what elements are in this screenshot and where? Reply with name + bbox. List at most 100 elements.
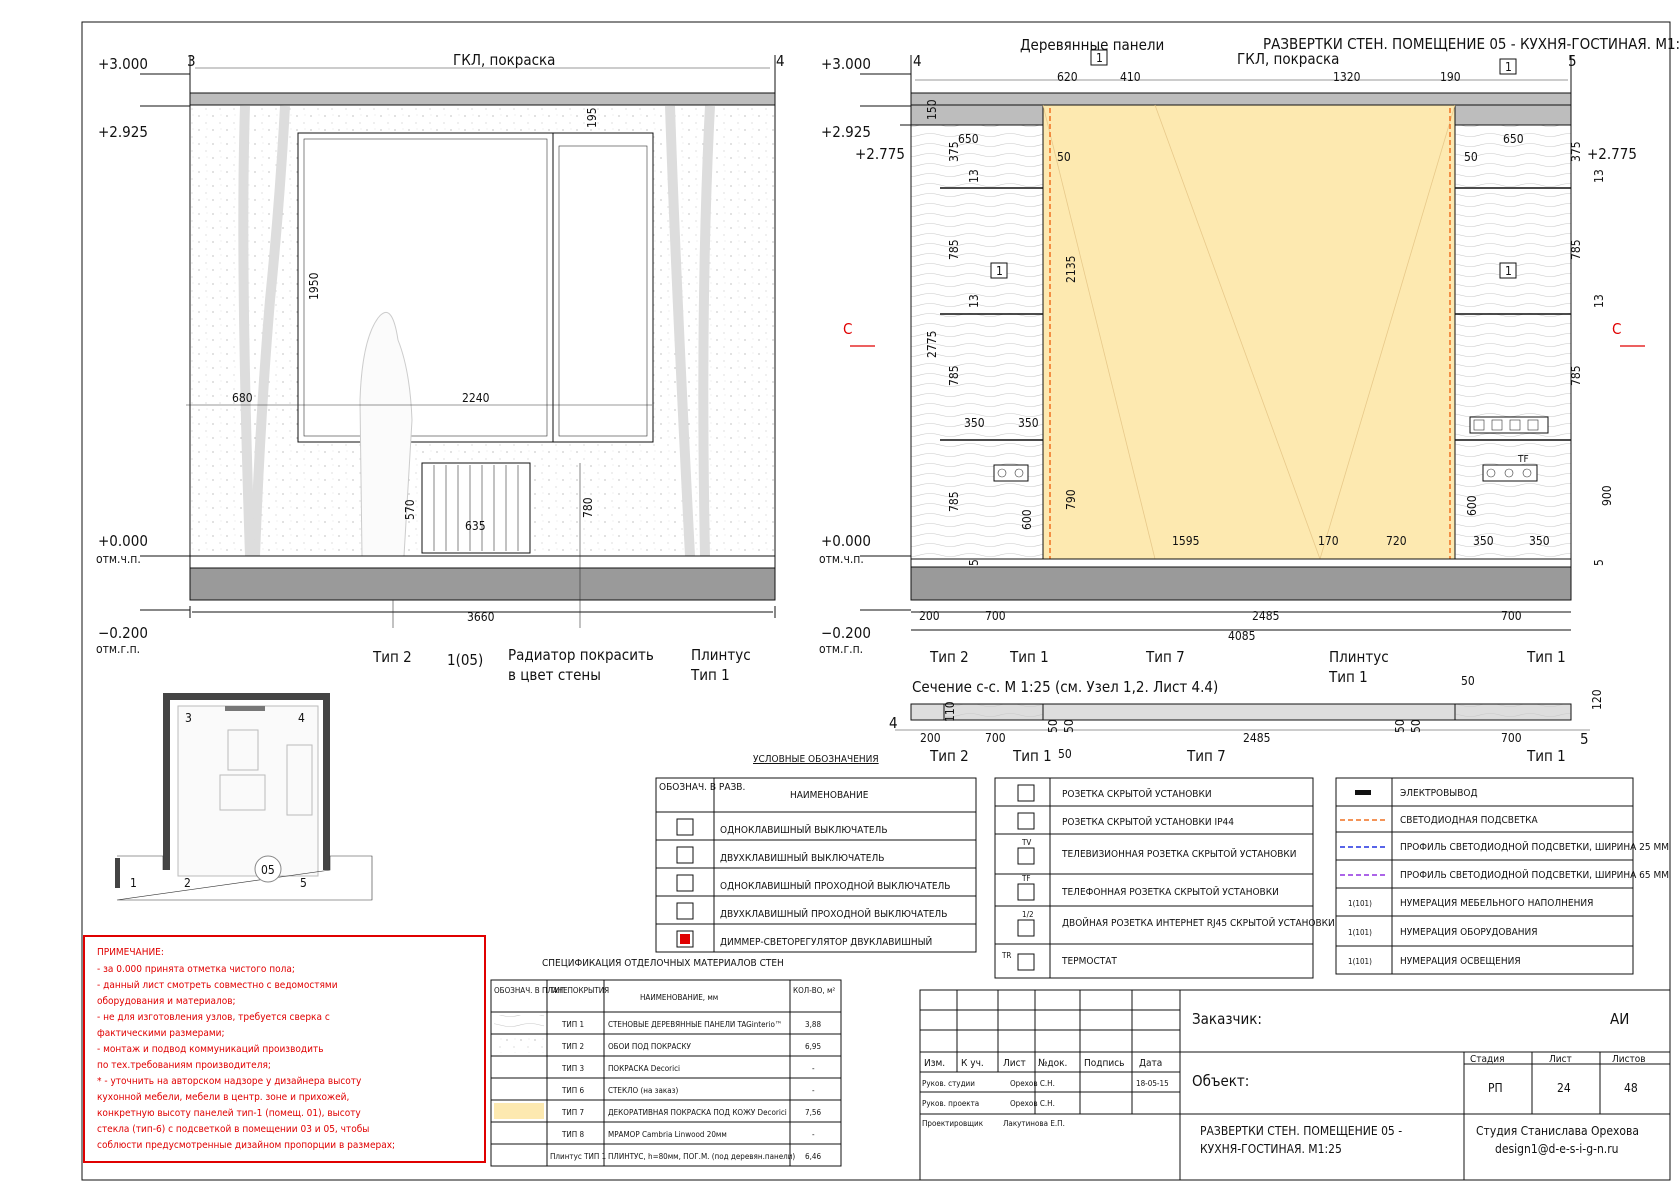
dim-150: 150 [925,99,939,120]
section-cc [895,703,1590,731]
tf-tag: TF [1517,454,1529,465]
plan-axis-3: 3 [185,711,192,725]
note-line-11: соблюсти предусмотренные дизайном пропор… [97,1139,395,1151]
stamp-col-5: Дата [1139,1058,1162,1069]
section-axis-5: 5 [1580,730,1589,748]
section-dim-110: 110 [943,701,957,722]
note-line-8: кухонной мебели, мебели в центр. зоне и … [97,1091,349,1103]
section-dim-50d: 50 [1409,719,1423,733]
dim-900: 900 [1600,485,1614,506]
level-2925: +2.925 [98,123,148,141]
section-dim-700b: 700 [1501,731,1522,745]
level-m200-r: −0.200 [821,624,871,642]
spec-type-4: ТИП 7 [561,1108,584,1117]
ceiling-note-left: ГКЛ, покраска [453,51,555,69]
section-dim-50b: 50 [1062,719,1076,733]
leather-paint-area [1042,104,1456,560]
dim-790: 790 [1064,489,1078,510]
stamp-date-0: 18-05-15 [1136,1079,1169,1088]
plan-room: 05 [261,863,275,877]
section-dim-50c: 50 [1393,719,1407,733]
dim-680: 680 [232,391,253,405]
level-3000: +3.000 [98,55,148,73]
note-line-9: конкретную высоту панелей тип-1 (помещ. … [97,1108,361,1119]
dim-620: 620 [1057,70,1078,84]
floor-slab [189,567,776,601]
spec-qty-5: - [812,1130,815,1139]
dim-2485: 2485 [1252,609,1279,623]
dim-350a: 350 [964,416,985,430]
spec-qty-0: 3,88 [805,1020,821,1029]
legend2-row-1: РОЗЕТКА СКРЫТОЙ УСТАНОВКИ IP44 [1062,815,1234,828]
dim-2240: 2240 [462,391,490,405]
dim-375b: 375 [1569,141,1583,162]
axis-4-right: 4 [913,52,922,70]
stamp-name-1: Орехов С.Н. [1010,1099,1055,1108]
stamp-name-0: Орехов С.Н. [1010,1079,1055,1088]
spec-qty-1: 6,95 [805,1042,821,1051]
section-callout-t2: Тип 2 [929,747,969,765]
dim-13d: 13 [1592,294,1606,308]
plan-axis-5: 5 [300,876,307,890]
legend1-row-1: ДВУХКЛАВИШНЫЙ ВЫКЛЮЧАТЕЛЬ [720,851,884,864]
sheet-value: 24 [1557,1081,1571,1095]
spec-qty-6: 6,46 [805,1152,821,1161]
legend3-row-3: ПРОФИЛЬ СВЕТОДИОДНОЙ ПОДСВЕТКИ, ШИРИНА 6… [1400,868,1669,881]
level-0-r: +0.000 [821,532,871,550]
level-m200: −0.200 [98,624,148,642]
note-line-5: - монтаж и подвод коммуникаций производи… [97,1044,324,1055]
plinth-note: Плинтус [691,646,751,664]
dim-410: 410 [1120,70,1141,84]
stamp-role-0: Руков. студии [922,1079,975,1088]
dim-200: 200 [919,609,940,623]
note-line-1: - данный лист смотреть совместно с ведом… [97,980,338,991]
dim-5b: 5 [1592,559,1606,566]
level-m200-sub-r: отм.г.п. [819,642,863,656]
spec-title: СПЕЦИФИКАЦИЯ ОТДЕЛОЧНЫХ МАТЕРИАЛОВ СТЕН [542,958,784,969]
section-dim-50top: 50 [1461,674,1475,688]
legend3-row-2: ПРОФИЛЬ СВЕТОДИОДНОЙ ПОДСВЕТКИ, ШИРИНА 2… [1400,840,1669,853]
legend2-row-3: ТЕЛЕФОННАЯ РОЗЕТКА СКРЫТОЙ УСТАНОВКИ [1061,885,1279,898]
spec-name-6: ПЛИНТУС, h=80мм, ПОГ.М. (под деревян.пан… [608,1152,795,1161]
dim-190: 190 [1440,70,1461,84]
dim-50a: 50 [1057,150,1071,164]
spec-name-2: ПОКРАСКА Decorici [608,1064,680,1073]
legend1-row-4: ДИММЕР-СВЕТОРЕГУЛЯТОР ДВУКЛАВИШНЫЙ [720,935,932,948]
legend2-row-4: ДВОЙНАЯ РОЗЕТКА ИНТЕРНЕТ RJ45 СКРЫТОЙ УС… [1062,916,1335,929]
callout-t1-right-a: Тип 1 [1009,648,1049,666]
section-callout-t1b: Тип 1 [1526,747,1566,765]
legend3-row-0: ЭЛЕКТРОВЫВОД [1400,788,1478,799]
legend3-badge-b: 1(101) [1348,928,1372,937]
mini-plan [115,693,373,901]
sheets-value: 48 [1624,1081,1638,1095]
section-callout-t7: Тип 7 [1186,747,1226,765]
dim-195: 195 [585,107,599,128]
stage-value: РП [1488,1081,1503,1095]
dim-350c: 350 [1473,534,1494,548]
stamp-col-4: Подпись [1084,1058,1124,1069]
spec-name-3: СТЕКЛО (на заказ) [608,1086,678,1095]
cut-mark-right: С [1612,320,1621,338]
note-line-7: * - уточнить на авторском надзоре у диза… [97,1076,362,1087]
marker-1d: 1 [1505,264,1512,278]
dim-785a: 785 [947,239,961,260]
spec-type-0: ТИП 1 [561,1020,584,1029]
spec-name-5: МРАМОР Cambria Linwood 20мм [608,1130,727,1139]
marker-1a: 1 [1096,51,1103,65]
dim-13b: 13 [1592,169,1606,183]
legend3-row-6: НУМЕРАЦИЯ ОСВЕЩЕНИЯ [1400,956,1521,967]
spec-name-0: СТЕНОВЫЕ ДЕРЕВЯННЫЕ ПАНЕЛИ TAGinterio™ [608,1020,782,1029]
legend3-badge-a: 1(101) [1348,899,1372,908]
note-line-10: стекла (тип-6) с подсветкой в помещении … [97,1123,369,1135]
marker-1c: 1 [996,264,1003,278]
dim-375a: 375 [947,141,961,162]
drawing-sheet: РАЗВЕРТКИ СТЕН. ПОМЕЩЕНИЕ 05 - КУХНЯ-ГОС… [81,21,1680,1181]
level-3000-r: +3.000 [821,55,871,73]
legend1-row-2: ОДНОКЛАВИШНЫЙ ПРОХОДНОЙ ВЫКЛЮЧАТЕЛЬ [720,879,950,892]
dim-780: 780 [581,497,595,518]
callout-t7-right: Тип 7 [1145,648,1185,666]
spec-type-6: Плинтус ТИП 1 [550,1152,606,1161]
plan-axis-1: 1 [130,876,137,890]
spec-type-3: ТИП 6 [561,1086,584,1095]
plinth-type-right: Тип 1 [1328,668,1368,686]
